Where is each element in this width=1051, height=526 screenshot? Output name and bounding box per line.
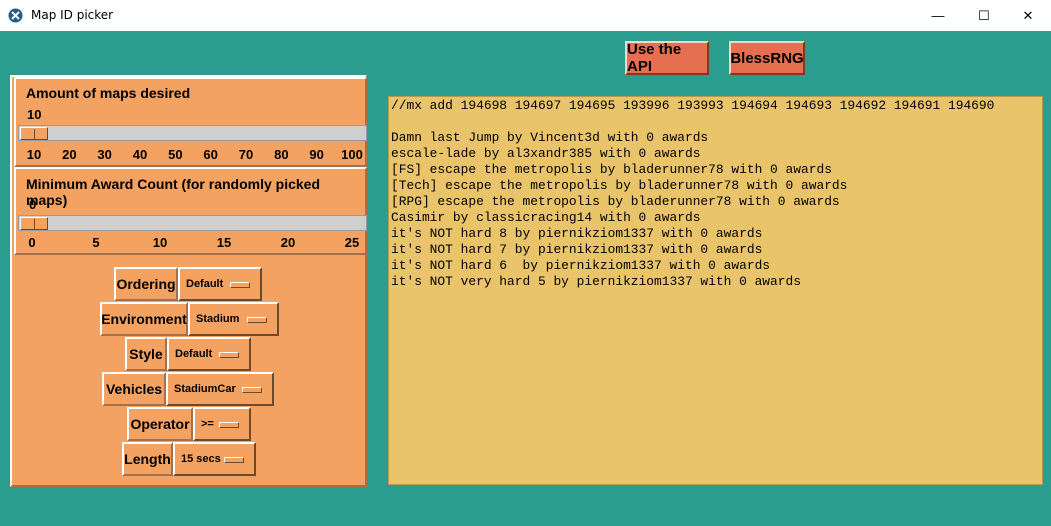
- output-line: it's NOT very hard 5 by piernikziom1337 …: [391, 274, 801, 289]
- ordering-value: Default: [186, 278, 224, 290]
- app-icon: [8, 8, 23, 23]
- operator-label: Operator: [127, 407, 193, 441]
- minimize-icon: —: [931, 8, 945, 23]
- length-label: Length: [122, 442, 173, 476]
- environment-value: Stadium: [196, 313, 240, 325]
- close-icon: ✕: [1022, 7, 1034, 23]
- dropdown-indicator-icon: [247, 317, 267, 323]
- dropdown-indicator-icon: [219, 422, 239, 428]
- environment-label: Environment: [100, 302, 188, 336]
- scale-tick-label: 10: [26, 147, 42, 162]
- amount-scale[interactable]: Amount of maps desired 10 10 20 30 40 50 60 70…: [14, 77, 367, 167]
- scale-tick-label: 80: [274, 147, 289, 162]
- maximize-icon: ☐: [978, 7, 990, 23]
- output-line: it's NOT hard 6 by piernikziom1337 with …: [391, 258, 771, 273]
- scale-tick-label: 30: [97, 147, 112, 162]
- dropdown-indicator-icon: [242, 387, 262, 393]
- output-line: [RPG] escape the metropolis by bladerunn…: [391, 194, 840, 209]
- output-line: Casimir by classicracing14 with 0 awards: [391, 210, 701, 225]
- window-title: Map ID picker: [31, 8, 114, 22]
- maximize-button[interactable]: ☐: [961, 0, 1007, 31]
- scale-tick-label: 50: [168, 147, 183, 162]
- operator-dropdown[interactable]: >=: [193, 407, 251, 441]
- amount-scale-label: Amount of maps desired: [26, 85, 191, 101]
- dropdown-indicator-icon: [219, 352, 239, 358]
- output-line: [Tech] escape the metropolis by bladerun…: [391, 178, 848, 193]
- scale-tick-label: 40: [132, 147, 148, 162]
- output-line: it's NOT hard 7 by piernikziom1337 with …: [391, 242, 763, 257]
- style-dropdown[interactable]: Default: [167, 337, 251, 371]
- award-slider-trough[interactable]: [18, 215, 367, 231]
- award-scale-value: 0: [29, 197, 37, 212]
- scale-tick-label: 90: [309, 147, 324, 162]
- ordering-label: Ordering: [114, 267, 178, 301]
- award-scale[interactable]: Minimum Award Count (for randomly picked…: [14, 167, 367, 255]
- amount-slider-trough[interactable]: [18, 125, 367, 141]
- vehicles-label: Vehicles: [102, 372, 166, 406]
- dropdown-indicator-icon: [224, 457, 244, 463]
- output-line: Damn last Jump by Vincent3d with 0 award…: [391, 130, 709, 145]
- award-slider-handle[interactable]: [20, 217, 48, 230]
- scale-tick-label: 0: [28, 235, 36, 250]
- title-bar: Map ID picker — ☐ ✕: [0, 0, 1051, 31]
- environment-dropdown[interactable]: Stadium: [188, 302, 279, 336]
- minimize-button[interactable]: —: [915, 0, 961, 31]
- amount-slider-handle[interactable]: [20, 127, 48, 140]
- scale-tick-label: 15: [216, 235, 232, 250]
- operator-value: >=: [201, 418, 214, 430]
- output-line: //mx add 194698 194697 194695 193996 193…: [391, 98, 995, 113]
- length-dropdown[interactable]: 15 secs: [173, 442, 256, 476]
- style-value: Default: [175, 348, 213, 360]
- award-scale-label: Minimum Award Count (for randomly picked…: [26, 176, 321, 208]
- bless-rng-button[interactable]: BlessRNG: [729, 41, 805, 75]
- output-line: it's NOT hard 8 by piernikziom1337 with …: [391, 226, 763, 241]
- scale-tick-label: 5: [92, 235, 100, 250]
- close-button[interactable]: ✕: [1005, 0, 1051, 31]
- output-textarea[interactable]: //mx add 194698 194697 194695 193996 193…: [388, 96, 1043, 485]
- amount-scale-value: 10: [27, 107, 42, 122]
- scale-tick-label: 20: [62, 147, 77, 162]
- dropdown-indicator-icon: [230, 282, 250, 288]
- scale-tick-label: 70: [238, 147, 254, 162]
- ordering-dropdown[interactable]: Default: [178, 267, 262, 301]
- output-line: escale-lade by al3xandr385 with 0 awards: [391, 146, 701, 161]
- use-api-button[interactable]: Use the API: [625, 41, 709, 75]
- scale-tick-label: 10: [152, 235, 168, 250]
- length-value: 15 secs: [181, 453, 221, 465]
- vehicles-dropdown[interactable]: StadiumCar: [166, 372, 274, 406]
- output-line: [FS] escape the metropolis by bladerunne…: [391, 162, 832, 177]
- scale-tick-label: 20: [280, 235, 296, 250]
- vehicles-value: StadiumCar: [174, 383, 236, 395]
- scale-tick-label: 60: [203, 147, 218, 162]
- scale-tick-label: 100: [341, 147, 363, 162]
- scale-tick-label: 25: [344, 235, 360, 250]
- style-label: Style: [125, 337, 167, 371]
- settings-panel: Amount of maps desired 10 10 20 30 40 50 60 70…: [10, 75, 367, 487]
